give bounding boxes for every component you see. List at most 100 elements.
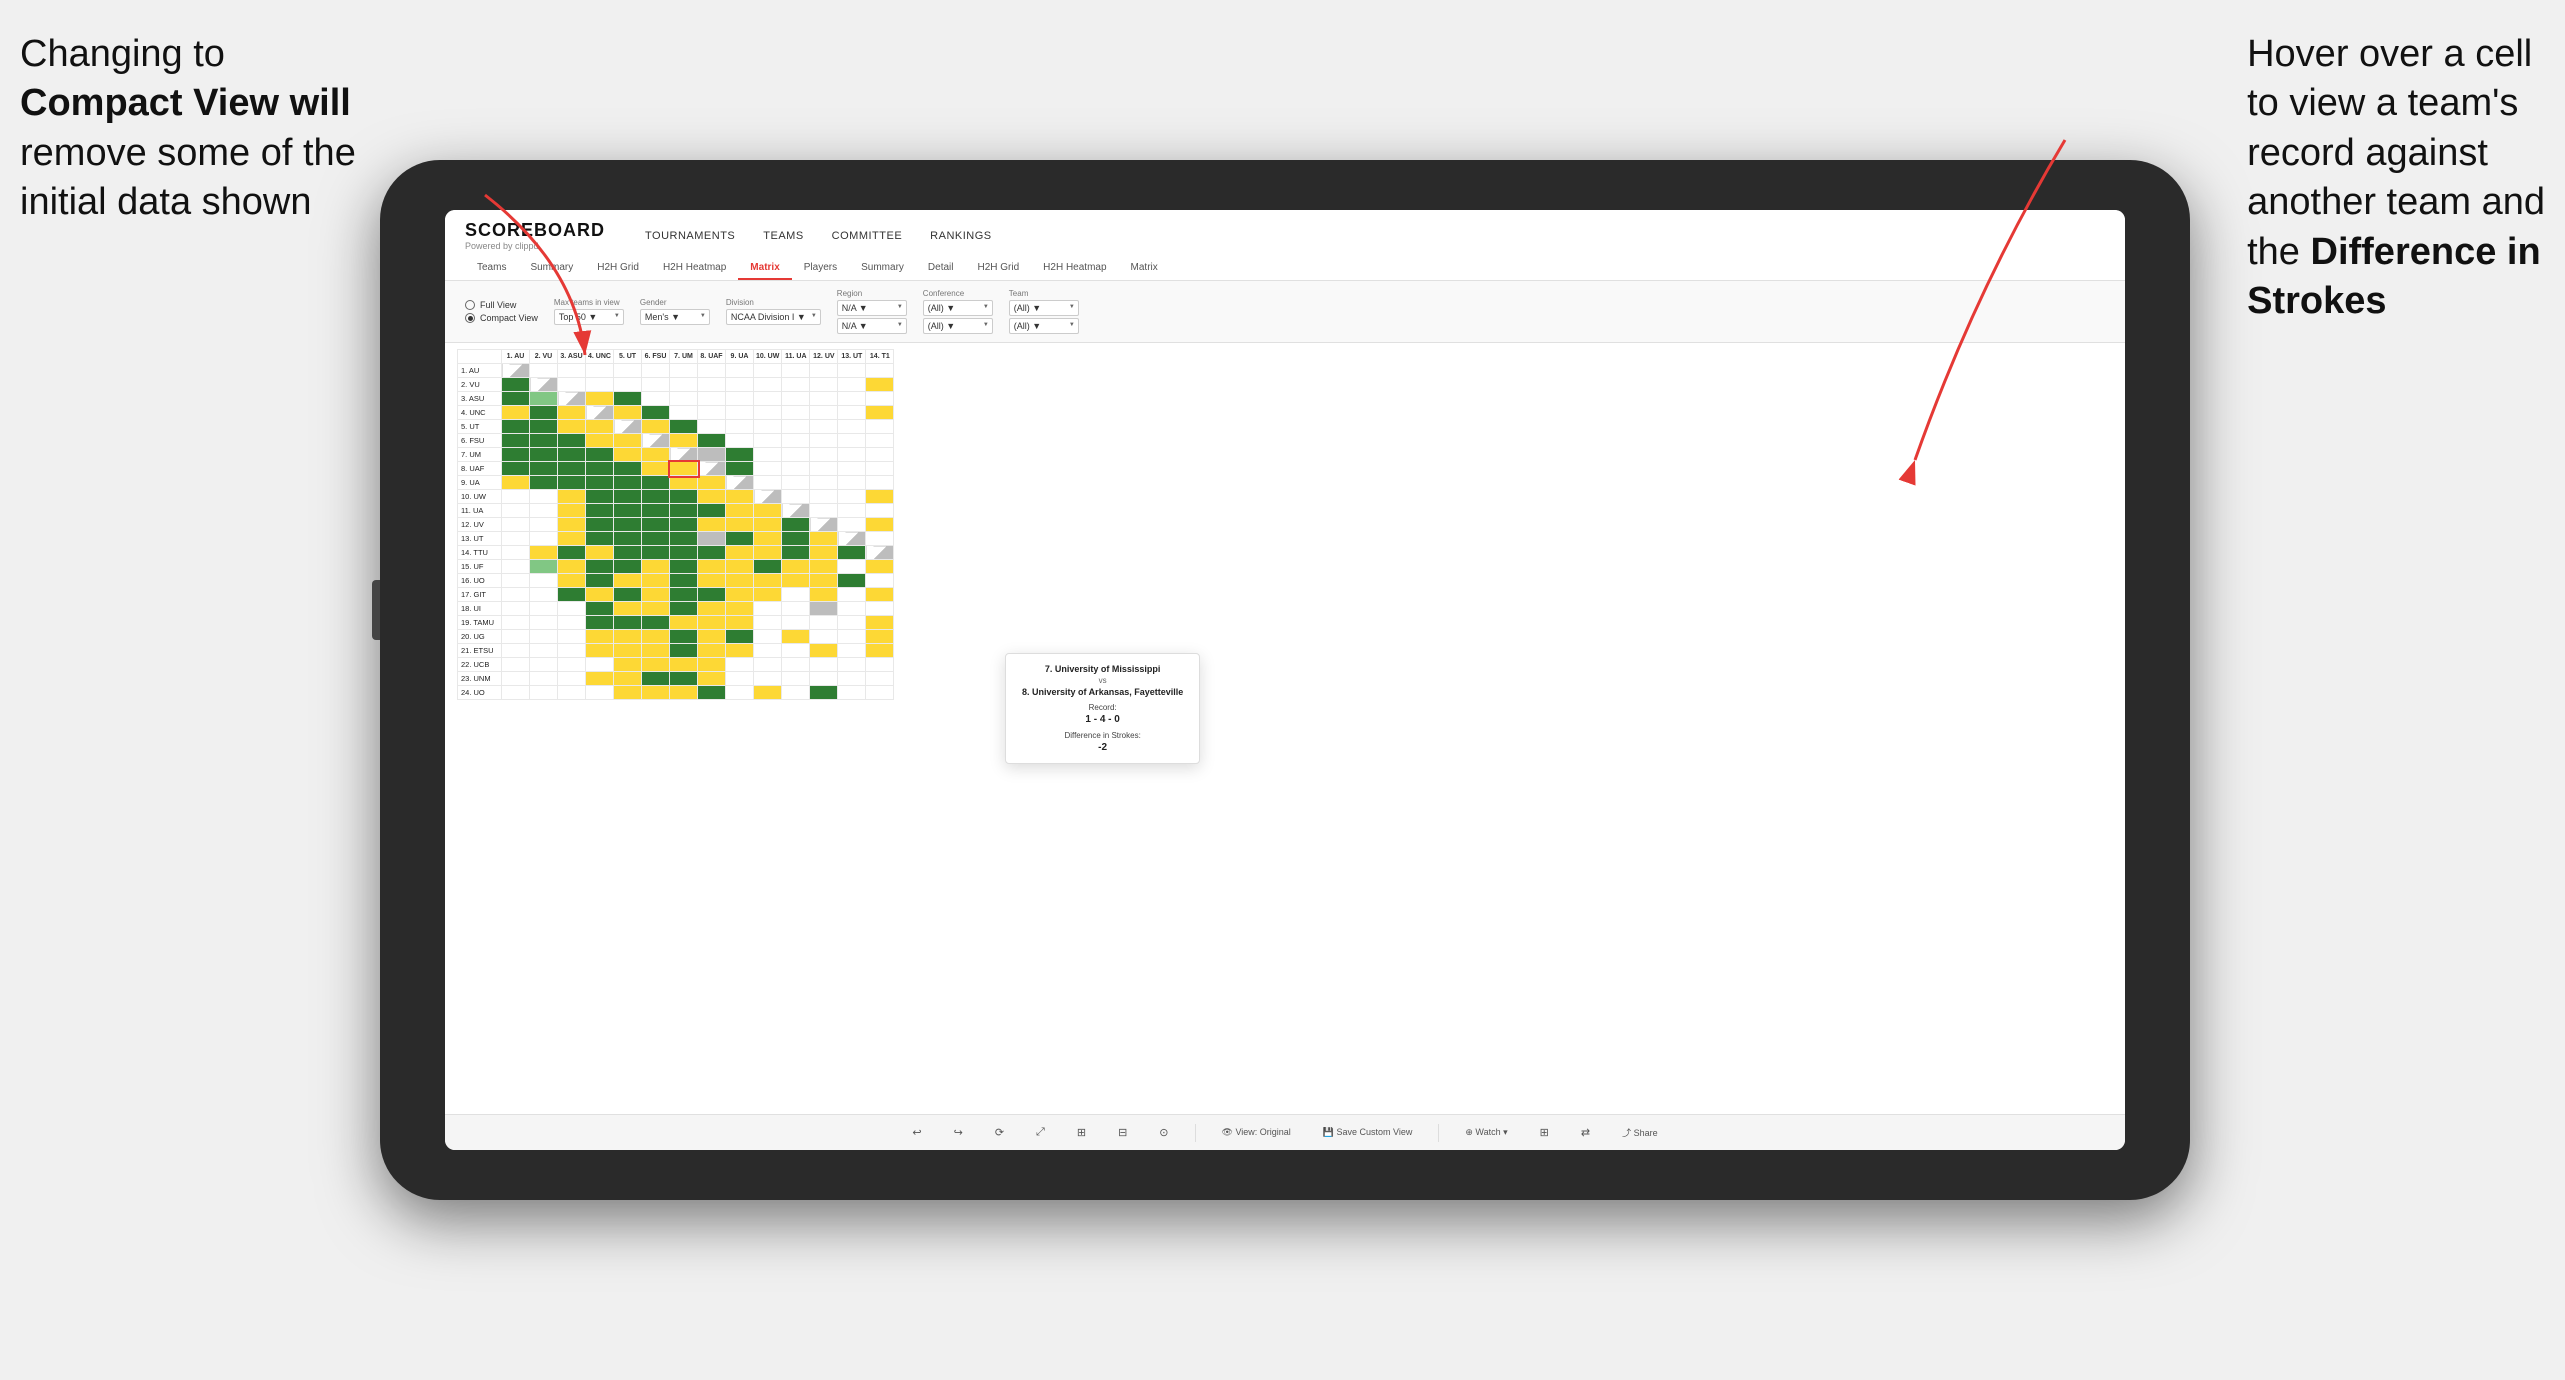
cell-5-13[interactable] [838,420,866,434]
cell-3-3[interactable] [558,392,586,406]
cell-10-4[interactable] [586,490,614,504]
cell-13-14[interactable] [866,532,894,546]
cell-4-5[interactable] [614,406,642,420]
cell-18-7[interactable] [670,602,698,616]
cell-16-6[interactable] [642,574,670,588]
cell-19-10[interactable] [754,616,782,630]
cell-7-14[interactable] [866,448,894,462]
cell-4-9[interactable] [726,406,754,420]
cell-14-5[interactable] [614,546,642,560]
cell-18-1[interactable] [502,602,530,616]
cell-15-9[interactable] [726,560,754,574]
cell-19-8[interactable] [698,616,726,630]
cell-5-6[interactable] [642,420,670,434]
full-view-radio[interactable] [465,300,475,310]
cell-12-13[interactable] [838,518,866,532]
cell-14-9[interactable] [726,546,754,560]
cell-21-9[interactable] [726,644,754,658]
tab-h2h-grid-2[interactable]: H2H Grid [965,257,1031,280]
cell-8-12[interactable] [810,462,838,476]
cell-2-10[interactable] [754,378,782,392]
cell-9-4[interactable] [586,476,614,490]
cell-24-13[interactable] [838,686,866,700]
cell-17-7[interactable] [670,588,698,602]
cell-12-2[interactable] [530,518,558,532]
cell-6-2[interactable] [530,434,558,448]
cell-14-4[interactable] [586,546,614,560]
conference-select-1[interactable]: (All) ▼ [923,300,993,316]
cell-6-6[interactable] [642,434,670,448]
cell-11-6[interactable] [642,504,670,518]
cell-8-4[interactable] [586,462,614,476]
cell-12-3[interactable] [558,518,586,532]
cell-1-4[interactable] [586,364,614,378]
cell-12-9[interactable] [726,518,754,532]
nav-teams[interactable]: TEAMS [763,230,803,242]
cell-20-11[interactable] [782,630,810,644]
cell-15-10[interactable] [754,560,782,574]
cell-3-14[interactable] [866,392,894,406]
cell-10-14[interactable] [866,490,894,504]
cell-6-12[interactable] [810,434,838,448]
tab-matrix-1[interactable]: Matrix [738,257,791,280]
cell-24-3[interactable] [558,686,586,700]
cell-16-9[interactable] [726,574,754,588]
cell-14-7[interactable] [670,546,698,560]
cell-21-2[interactable] [530,644,558,658]
cell-16-5[interactable] [614,574,642,588]
cell-6-7[interactable] [670,434,698,448]
cell-21-1[interactable] [502,644,530,658]
tab-matrix-2[interactable]: Matrix [1119,257,1170,280]
cell-23-13[interactable] [838,672,866,686]
cell-14-8[interactable] [698,546,726,560]
region-select-2[interactable]: N/A ▼ [837,318,907,334]
cell-22-8[interactable] [698,658,726,672]
cell-1-9[interactable] [726,364,754,378]
cell-18-10[interactable] [754,602,782,616]
toolbar-refresh[interactable]: ⟳ [989,1123,1010,1142]
cell-19-2[interactable] [530,616,558,630]
cell-11-7[interactable] [670,504,698,518]
cell-7-2[interactable] [530,448,558,462]
cell-24-10[interactable] [754,686,782,700]
cell-8-3[interactable] [558,462,586,476]
cell-19-4[interactable] [586,616,614,630]
cell-22-10[interactable] [754,658,782,672]
cell-14-14[interactable] [866,546,894,560]
cell-20-7[interactable] [670,630,698,644]
cell-1-12[interactable] [810,364,838,378]
cell-6-14[interactable] [866,434,894,448]
cell-15-13[interactable] [838,560,866,574]
cell-1-14[interactable] [866,364,894,378]
cell-17-14[interactable] [866,588,894,602]
cell-1-6[interactable] [642,364,670,378]
cell-22-11[interactable] [782,658,810,672]
cell-5-14[interactable] [866,420,894,434]
cell-18-3[interactable] [558,602,586,616]
cell-7-7[interactable] [670,448,698,462]
cell-8-13[interactable] [838,462,866,476]
toolbar-zoom-in[interactable]: ⊞ [1071,1123,1092,1142]
cell-1-8[interactable] [698,364,726,378]
cell-6-5[interactable] [614,434,642,448]
cell-23-3[interactable] [558,672,586,686]
cell-14-13[interactable] [838,546,866,560]
tab-players[interactable]: Players [792,257,849,280]
cell-11-2[interactable] [530,504,558,518]
cell-24-12[interactable] [810,686,838,700]
toolbar-reset-zoom[interactable]: ⊙ [1153,1123,1174,1142]
cell-6-3[interactable] [558,434,586,448]
cell-11-14[interactable] [866,504,894,518]
cell-11-9[interactable] [726,504,754,518]
cell-5-9[interactable] [726,420,754,434]
cell-23-11[interactable] [782,672,810,686]
compact-view-radio[interactable] [465,313,475,323]
cell-12-6[interactable] [642,518,670,532]
cell-9-5[interactable] [614,476,642,490]
cell-7-1[interactable] [502,448,530,462]
cell-13-8[interactable] [698,532,726,546]
cell-4-7[interactable] [670,406,698,420]
cell-9-13[interactable] [838,476,866,490]
cell-8-14[interactable] [866,462,894,476]
cell-9-12[interactable] [810,476,838,490]
